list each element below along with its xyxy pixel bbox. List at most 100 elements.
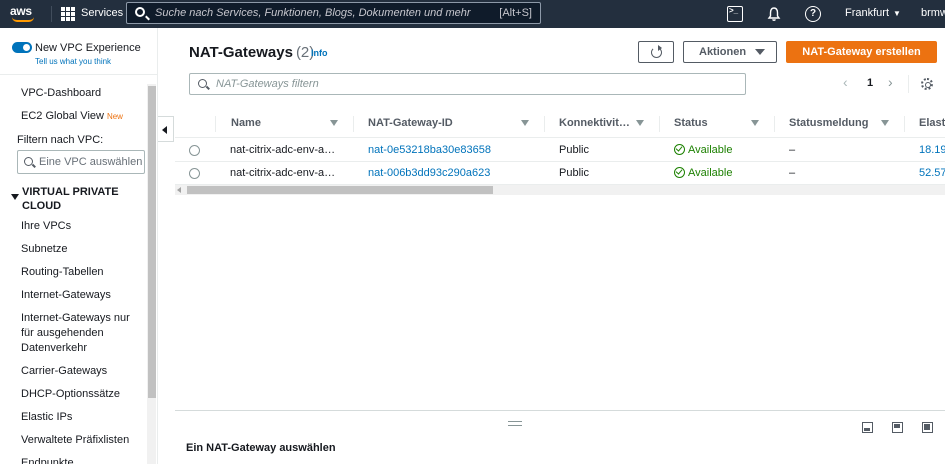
status-text: Available bbox=[688, 144, 733, 156]
sidebar-item-route-tables[interactable]: Routing-Tabellen bbox=[21, 265, 104, 280]
split-panel: Ein NAT-Gateway auswählen bbox=[175, 410, 945, 464]
vpc-filter-select[interactable]: Eine VPC auswählen bbox=[17, 150, 145, 174]
new-badge: New bbox=[106, 112, 123, 121]
column-divider[interactable] bbox=[544, 116, 545, 132]
top-navigation: aws Services [Alt+S] ? Frankfurt▼ brmw bbox=[0, 0, 945, 28]
create-nat-gateway-button[interactable]: NAT-Gateway erstellen bbox=[786, 41, 937, 63]
page-title-text: NAT-Gateways bbox=[189, 44, 293, 61]
column-header-status[interactable]: Status bbox=[674, 117, 708, 129]
global-search[interactable]: [Alt+S] bbox=[126, 2, 541, 24]
chevron-down-icon: ▼ bbox=[893, 9, 901, 18]
cell-elastic-ip[interactable]: 18.19 bbox=[919, 144, 945, 156]
sidebar-item-ec2-global-view[interactable]: EC2 Global View New bbox=[21, 109, 123, 124]
actions-button[interactable]: Aktionen bbox=[683, 41, 777, 63]
cell-status-message: – bbox=[789, 167, 796, 179]
sort-down-icon[interactable] bbox=[521, 120, 529, 126]
new-experience-label: New VPC Experience bbox=[35, 42, 141, 54]
sidebar: New VPC Experience Tell us what you thin… bbox=[0, 28, 158, 464]
status-text: Available bbox=[688, 167, 733, 179]
aws-smile-icon bbox=[12, 17, 34, 22]
search-shortcut: [Alt+S] bbox=[499, 7, 532, 19]
column-divider[interactable] bbox=[659, 116, 660, 132]
cell-nat-gateway-id[interactable]: nat-006b3dd93c290a623 bbox=[368, 167, 490, 179]
services-menu[interactable]: Services bbox=[81, 7, 123, 19]
panel-bottom-icon[interactable] bbox=[862, 422, 873, 433]
main-content: NAT-Gateways (2) Info Aktionen NAT-Gatewa… bbox=[175, 28, 945, 464]
aws-logo[interactable]: aws bbox=[10, 4, 40, 24]
table-filter-input[interactable] bbox=[216, 78, 616, 90]
sidebar-item-vpc-dashboard[interactable]: VPC-Dashboard bbox=[21, 86, 101, 101]
services-grid-icon[interactable] bbox=[61, 7, 75, 21]
panel-close-icon[interactable] bbox=[922, 422, 933, 433]
sidebar-item-label: EC2 Global View bbox=[21, 110, 104, 122]
column-divider bbox=[215, 116, 216, 132]
sidebar-item-your-vpcs[interactable]: Ihre VPCs bbox=[21, 219, 71, 234]
sidebar-item-dhcp-options[interactable]: DHCP-Optionssätze bbox=[21, 387, 120, 402]
cell-status: Available bbox=[674, 167, 732, 179]
column-divider[interactable] bbox=[904, 116, 905, 132]
search-icon bbox=[24, 157, 33, 166]
next-page-icon[interactable]: › bbox=[888, 74, 893, 90]
sidebar-item-subnets[interactable]: Subnetze bbox=[21, 242, 67, 257]
sidebar-item-prefix-lists[interactable]: Verwaltete Präfixlisten bbox=[21, 433, 129, 448]
search-icon bbox=[135, 7, 145, 17]
sidebar-item-elastic-ips[interactable]: Elastic IPs bbox=[21, 410, 72, 425]
sort-down-icon[interactable] bbox=[636, 120, 644, 126]
sort-down-icon[interactable] bbox=[330, 120, 338, 126]
cloudshell-icon[interactable] bbox=[727, 6, 743, 22]
sort-down-icon[interactable] bbox=[751, 120, 759, 126]
sidebar-item-egress-only-igw[interactable]: Internet-Gateways nur für ausgehenden Da… bbox=[21, 311, 139, 356]
column-header-name[interactable]: Name bbox=[231, 117, 261, 129]
info-link[interactable]: Info bbox=[311, 48, 328, 58]
page-title: NAT-Gateways (2) bbox=[189, 44, 314, 61]
table-row[interactable]: nat-citrix-adc-env-a… nat-006b3dd93c290a… bbox=[175, 162, 945, 185]
row-select-radio[interactable] bbox=[189, 145, 200, 156]
cell-elastic-ip[interactable]: 52.57 bbox=[919, 167, 945, 179]
actions-label: Aktionen bbox=[699, 46, 747, 58]
notifications-bell-icon[interactable] bbox=[766, 6, 782, 22]
region-selector[interactable]: Frankfurt ▼ bbox=[845, 7, 901, 19]
panel-side-icon[interactable] bbox=[892, 422, 903, 433]
check-circle-icon bbox=[674, 144, 685, 155]
previous-page-icon[interactable]: ‹ bbox=[843, 74, 848, 90]
global-search-input[interactable] bbox=[155, 6, 475, 20]
help-icon[interactable]: ? bbox=[805, 6, 821, 22]
page-number[interactable]: 1 bbox=[867, 77, 873, 89]
table-row[interactable]: nat-citrix-adc-env-a… nat-0e53218ba30e83… bbox=[175, 139, 945, 162]
sidebar-item-internet-gateways[interactable]: Internet-Gateways bbox=[21, 288, 111, 303]
caret-down-icon bbox=[755, 49, 765, 55]
column-header-connectivity[interactable]: Konnektivit… bbox=[559, 117, 630, 129]
sidebar-item-carrier-gateways[interactable]: Carrier-Gateways bbox=[21, 364, 107, 379]
sidebar-scrollbar-thumb[interactable] bbox=[148, 86, 156, 398]
table-filter[interactable] bbox=[189, 73, 746, 95]
scroll-left-icon[interactable] bbox=[177, 187, 181, 193]
feedback-link[interactable]: Tell us what you think bbox=[35, 57, 111, 66]
cell-nat-gateway-id[interactable]: nat-0e53218ba30e83658 bbox=[368, 144, 491, 156]
gear-icon[interactable] bbox=[921, 78, 933, 90]
split-panel-title: Ein NAT-Gateway auswählen bbox=[186, 442, 336, 454]
sidebar-divider bbox=[0, 74, 158, 75]
column-divider[interactable] bbox=[353, 116, 354, 132]
check-circle-icon bbox=[674, 167, 685, 178]
column-header-elastic-ip[interactable]: Elast bbox=[919, 117, 945, 129]
table-horizontal-scrollbar[interactable] bbox=[175, 185, 945, 195]
refresh-button[interactable] bbox=[638, 41, 674, 63]
table-scrollbar-thumb[interactable] bbox=[187, 186, 493, 194]
region-label: Frankfurt bbox=[845, 7, 890, 19]
column-header-id[interactable]: NAT-Gateway-ID bbox=[368, 117, 453, 129]
column-divider[interactable] bbox=[774, 116, 775, 132]
account-menu[interactable]: brmw bbox=[921, 7, 945, 19]
collapse-sidebar-button[interactable] bbox=[158, 116, 174, 142]
caret-down-icon[interactable] bbox=[11, 194, 19, 200]
split-panel-resize-handle[interactable] bbox=[508, 421, 522, 426]
new-experience-toggle[interactable] bbox=[12, 42, 32, 53]
section-virtual-private-cloud[interactable]: VIRTUAL PRIVATE CLOUD bbox=[22, 185, 132, 213]
nav-divider bbox=[51, 6, 52, 22]
sort-down-icon[interactable] bbox=[881, 120, 889, 126]
sidebar-item-endpoints[interactable]: Endpunkte bbox=[21, 456, 74, 464]
aws-logo-text: aws bbox=[10, 4, 32, 18]
row-select-radio[interactable] bbox=[189, 168, 200, 179]
column-header-status-message[interactable]: Statusmeldung bbox=[789, 117, 868, 129]
cell-name: nat-citrix-adc-env-a… bbox=[230, 144, 336, 156]
search-icon bbox=[198, 79, 207, 88]
